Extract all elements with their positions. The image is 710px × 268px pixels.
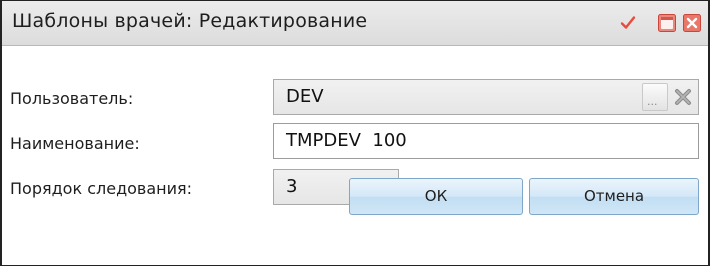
order-label: Порядок следования: bbox=[10, 179, 193, 198]
clear-x-icon[interactable] bbox=[670, 83, 696, 111]
name-input[interactable]: TMPDEV 100 bbox=[273, 123, 699, 159]
window-title: Шаблоны врачей: Редактирование bbox=[12, 10, 368, 32]
name-value: TMPDEV 100 bbox=[286, 130, 407, 151]
ok-button[interactable]: ОК bbox=[349, 178, 523, 215]
dialog-window: Шаблоны врачей: Редактирование Пользоват… bbox=[0, 0, 710, 266]
order-value: 3 bbox=[286, 176, 298, 197]
name-label: Наименование: bbox=[10, 134, 140, 153]
user-value: DEV bbox=[286, 86, 324, 107]
title-bar[interactable]: Шаблоны врачей: Редактирование bbox=[2, 1, 708, 46]
user-field[interactable]: DEV ... bbox=[273, 79, 699, 115]
dialog-body: Пользователь: DEV ... Наименование: TMPD… bbox=[2, 46, 708, 265]
close-icon[interactable] bbox=[683, 14, 701, 32]
check-icon[interactable] bbox=[619, 14, 637, 32]
user-label: Пользователь: bbox=[10, 89, 134, 108]
cancel-button[interactable]: Отмена bbox=[529, 178, 699, 215]
select-user-button[interactable]: ... bbox=[642, 83, 668, 111]
minimize-icon[interactable] bbox=[658, 14, 676, 32]
